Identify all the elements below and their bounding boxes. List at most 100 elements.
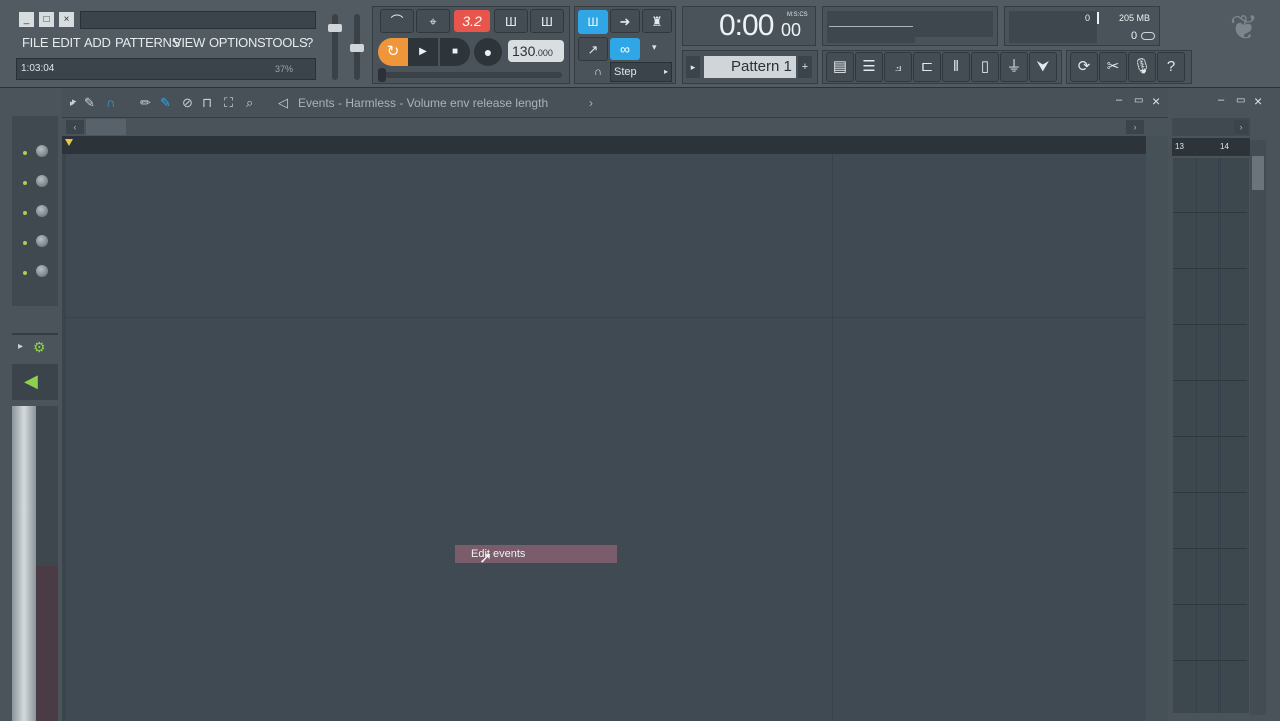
menu-options[interactable]: OPTIONS (209, 35, 266, 50)
panel-scroll-right-icon[interactable]: › (1234, 120, 1248, 134)
pattern-song-counter[interactable]: 3.2 (454, 10, 490, 32)
tempo-display[interactable]: 130.000 (508, 40, 564, 62)
panel-vertical-scrollbar[interactable] (1250, 140, 1266, 715)
chevron-down-icon[interactable]: ▾ (652, 42, 657, 53)
brush-icon[interactable]: ✎ (160, 95, 171, 111)
menu-add[interactable]: ADD (84, 35, 111, 50)
mouse-cursor-icon: ➚ (479, 550, 493, 567)
timeline-ruler[interactable] (62, 136, 1146, 154)
track-row-line (1173, 660, 1247, 661)
record-button[interactable]: ● (474, 38, 502, 66)
piano-roll-icon[interactable]: ⟓ (884, 52, 912, 82)
stop-button[interactable]: ■ (440, 38, 470, 66)
menu-help[interactable]: ? (306, 35, 313, 50)
minimize-icon[interactable]: _ (19, 12, 34, 27)
horizontal-scrollbar[interactable]: ‹ › (62, 118, 1168, 136)
add-pattern-button[interactable]: + (798, 56, 812, 78)
wait-input-icon[interactable]: ♜ (642, 9, 672, 33)
playlist-icon[interactable]: ▤ (826, 52, 854, 82)
event-editor-grid[interactable]: Edit events ➚ (66, 154, 1146, 721)
meter-line (829, 26, 913, 27)
metronome-icon[interactable]: ⌖ (416, 9, 450, 33)
cpu-graph (1009, 11, 1097, 43)
pencil-icon[interactable]: ✏ (140, 95, 151, 111)
blend-notes-icon[interactable]: ↗ (578, 37, 608, 61)
pitch-handle[interactable] (350, 44, 364, 52)
touch-controller-icon[interactable]: ⮟ (1029, 52, 1057, 82)
chevron-right-icon: ▸ (663, 67, 668, 76)
track-row-line (1173, 548, 1247, 549)
panel-scroll-thumb[interactable] (1252, 156, 1264, 190)
pattern-prev-button[interactable]: ▸ (686, 56, 700, 78)
expand-arrow-icon[interactable]: ▸ (18, 341, 23, 352)
channel-led-3[interactable] (23, 211, 27, 215)
cpu-value: 0 (1085, 13, 1091, 23)
magnet-snap-icon[interactable]: ∩ (106, 95, 115, 110)
editor-minimize-icon[interactable]: – (1116, 94, 1122, 106)
options-arrow-icon[interactable]: ▸ (70, 98, 75, 109)
volume-handle[interactable] (328, 24, 342, 32)
channel-knob-3[interactable] (36, 205, 48, 217)
wrench-icon[interactable]: ✎ (84, 95, 95, 111)
typing-keyboard-icon[interactable]: Ш (530, 9, 564, 33)
oscilloscope-panel[interactable] (822, 6, 998, 46)
song-position-slider[interactable] (380, 72, 562, 78)
pattern-mode-icon[interactable]: ⌒ (380, 9, 414, 33)
microphone-icon[interactable]: 🎙 (1128, 52, 1156, 82)
channel-knob-1[interactable] (36, 145, 48, 157)
piano-keyboard-icon[interactable]: Ш (578, 10, 608, 34)
panel-maximize-icon[interactable]: ▭ (1236, 95, 1245, 106)
select-icon[interactable]: ⛶ (224, 95, 233, 111)
editor-title: Events - Harmless - Volume env release l… (298, 96, 549, 110)
mixer-icon[interactable]: ‖ (942, 52, 970, 82)
menu-tools[interactable]: TOOLS (265, 35, 308, 50)
zoom-icon[interactable]: ⌕ (246, 95, 253, 111)
channel-led-1[interactable] (23, 151, 27, 155)
close-icon[interactable]: × (59, 12, 74, 27)
gear-icon[interactable]: ⚙ (33, 339, 46, 356)
channel-knob-4[interactable] (36, 235, 48, 247)
maximize-icon[interactable]: □ (39, 12, 54, 27)
browser-icon[interactable]: ⊏ (913, 52, 941, 82)
help-icon[interactable]: ? (1157, 52, 1185, 82)
channel-led-4[interactable] (23, 241, 27, 245)
status-panel: 1:03:04 37% (16, 58, 316, 80)
arrow-right-icon[interactable]: ➜ (610, 9, 640, 33)
menu-patterns[interactable]: PATTERNS (115, 35, 180, 50)
playhead-marker-icon[interactable] (65, 139, 73, 146)
plugin-icon[interactable]: ⏚ (1000, 52, 1028, 82)
channel-led-5[interactable] (23, 271, 27, 275)
snap-selector[interactable]: Step ▸ (610, 62, 672, 82)
step-edit-icon[interactable]: Ш (494, 9, 528, 33)
divider (12, 333, 58, 335)
channel-knob-5[interactable] (36, 265, 48, 277)
delete-icon[interactable]: ⊘ (182, 95, 193, 111)
polyphony-icon (1141, 32, 1155, 40)
scissors-icon[interactable]: ✂ (1099, 52, 1127, 82)
editor-close-icon[interactable]: × (1152, 93, 1160, 109)
vertical-scrollbar[interactable] (1146, 136, 1168, 721)
menu-edit[interactable]: EDIT (52, 35, 81, 50)
pattern-selector[interactable]: Pattern 1 (704, 56, 796, 78)
editor-maximize-icon[interactable]: ▭ (1134, 95, 1143, 106)
pattern-song-toggle[interactable]: ↻ (378, 38, 408, 66)
panel-close-icon[interactable]: × (1254, 93, 1262, 109)
project-info-icon[interactable]: ▯ (971, 52, 999, 82)
panel-minimize-icon[interactable]: – (1218, 94, 1224, 106)
clock-panel[interactable]: 0:00 00 M:S:CS (682, 6, 816, 46)
channel-rack-icon[interactable]: ☰ (855, 52, 883, 82)
menu-view[interactable]: VIEW (173, 35, 205, 50)
channel-knob-2[interactable] (36, 175, 48, 187)
channel-led-2[interactable] (23, 181, 27, 185)
undo-history-icon[interactable]: ⟳ (1070, 52, 1098, 82)
play-button[interactable]: ▶ (408, 38, 438, 66)
mute-icon[interactable]: ⊓ (202, 95, 212, 111)
menu-file[interactable]: FILE (22, 35, 49, 50)
scroll-right-icon[interactable]: › (1126, 120, 1144, 134)
volume-fader[interactable] (12, 406, 36, 721)
speaker-icon[interactable]: ◀ (24, 371, 38, 392)
song-position-handle[interactable] (378, 68, 386, 82)
scroll-thumb[interactable] (86, 119, 126, 135)
scroll-left-icon[interactable]: ‹ (66, 120, 84, 134)
link-icon[interactable]: ∞ (610, 38, 640, 60)
